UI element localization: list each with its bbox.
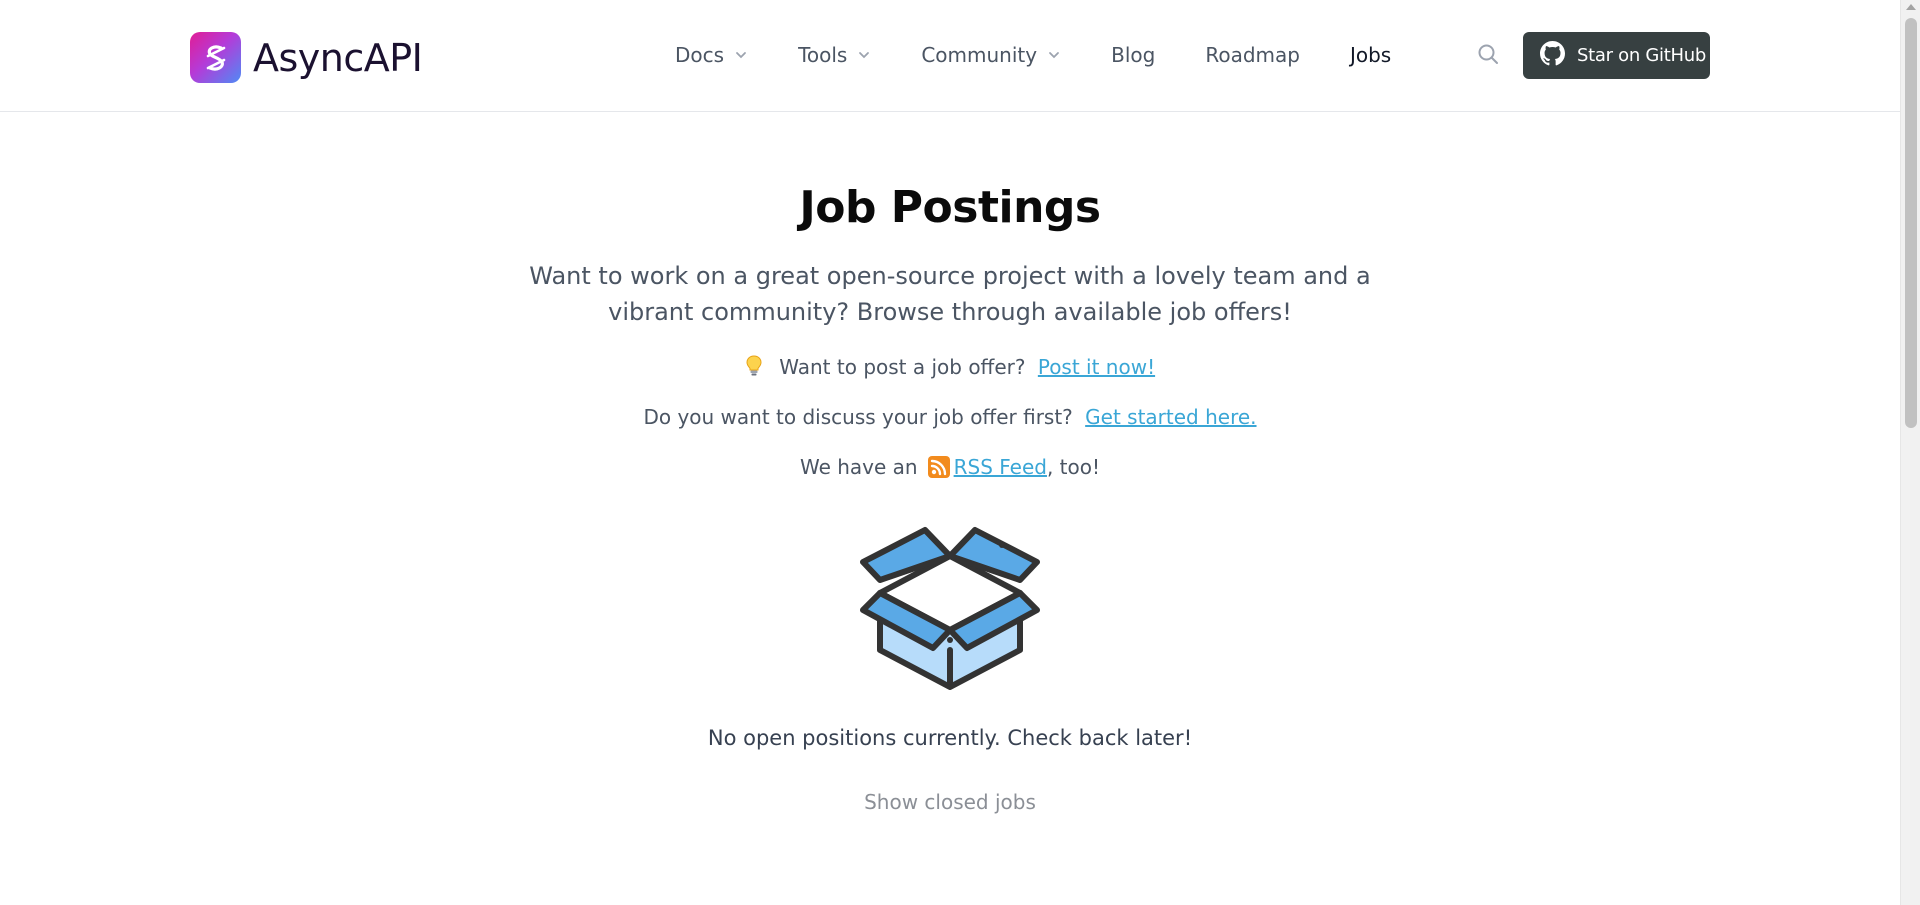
- search-icon: [1477, 43, 1499, 70]
- empty-state-message: No open positions currently. Check back …: [707, 726, 1193, 750]
- show-closed-jobs-button[interactable]: Show closed jobs: [864, 790, 1036, 814]
- nav-jobs[interactable]: Jobs: [1350, 43, 1391, 67]
- nav-jobs-label: Jobs: [1349, 43, 1392, 67]
- post-offer-text: Want to post a job offer?: [779, 355, 1026, 379]
- main-nav: Docs Tools Community Blog Roadmap Jobs: [675, 40, 1391, 70]
- star-on-github-button[interactable]: Star on GitHub: [1523, 32, 1710, 79]
- nav-roadmap[interactable]: Roadmap: [1205, 43, 1300, 67]
- chevron-down-icon: [734, 48, 748, 62]
- rss-icon: [927, 456, 950, 478]
- post-offer-line: Want to post a job offer? Post it now!: [0, 354, 1900, 380]
- nav-tools[interactable]: Tools: [798, 43, 871, 67]
- brand-name: AsyncAPI: [253, 35, 423, 80]
- scroll-thumb[interactable]: [1905, 18, 1917, 428]
- lightbulb-icon: [745, 355, 763, 377]
- site-header: AsyncAPI Docs Tools Community Blog Roadm…: [0, 0, 1900, 112]
- rss-prefix: We have an: [799, 455, 918, 479]
- jobs-main: Job Postings Want to work on a great ope…: [0, 112, 1900, 814]
- asyncapi-logo-icon: [190, 32, 241, 83]
- nav-community-label: Community: [921, 43, 1038, 67]
- nav-docs[interactable]: Docs: [675, 43, 748, 67]
- chevron-down-icon: [857, 48, 871, 62]
- rss-feed-link[interactable]: RSS Feed: [954, 454, 1047, 480]
- nav-community[interactable]: Community: [921, 43, 1061, 67]
- github-icon: [1540, 40, 1565, 71]
- rss-suffix: , too!: [1046, 455, 1101, 479]
- open-box-icon: [855, 510, 1045, 690]
- scroll-up-arrow-icon[interactable]: [1906, 4, 1916, 10]
- nav-blog[interactable]: Blog: [1111, 43, 1155, 67]
- chevron-down-icon: [1047, 48, 1061, 62]
- asyncapi-logo[interactable]: AsyncAPI: [190, 32, 423, 83]
- nav-tools-label: Tools: [798, 43, 848, 67]
- discuss-text: Do you want to discuss your job offer fi…: [643, 405, 1073, 429]
- nav-blog-label: Blog: [1111, 43, 1156, 67]
- search-button[interactable]: [1475, 43, 1501, 69]
- get-started-link[interactable]: Get started here.: [1085, 405, 1256, 429]
- github-button-label: Star on GitHub: [1577, 45, 1706, 66]
- nav-roadmap-label: Roadmap: [1205, 43, 1300, 67]
- rss-line: We have an RSS Feed , too!: [0, 454, 1900, 480]
- nav-docs-label: Docs: [675, 43, 725, 67]
- page-title: Job Postings: [799, 182, 1101, 233]
- page-scrollbar[interactable]: [1900, 0, 1920, 905]
- page-subtitle: Want to work on a great open-source proj…: [529, 262, 1371, 326]
- post-it-now-link[interactable]: Post it now!: [1038, 355, 1155, 379]
- discuss-line: Do you want to discuss your job offer fi…: [0, 404, 1900, 430]
